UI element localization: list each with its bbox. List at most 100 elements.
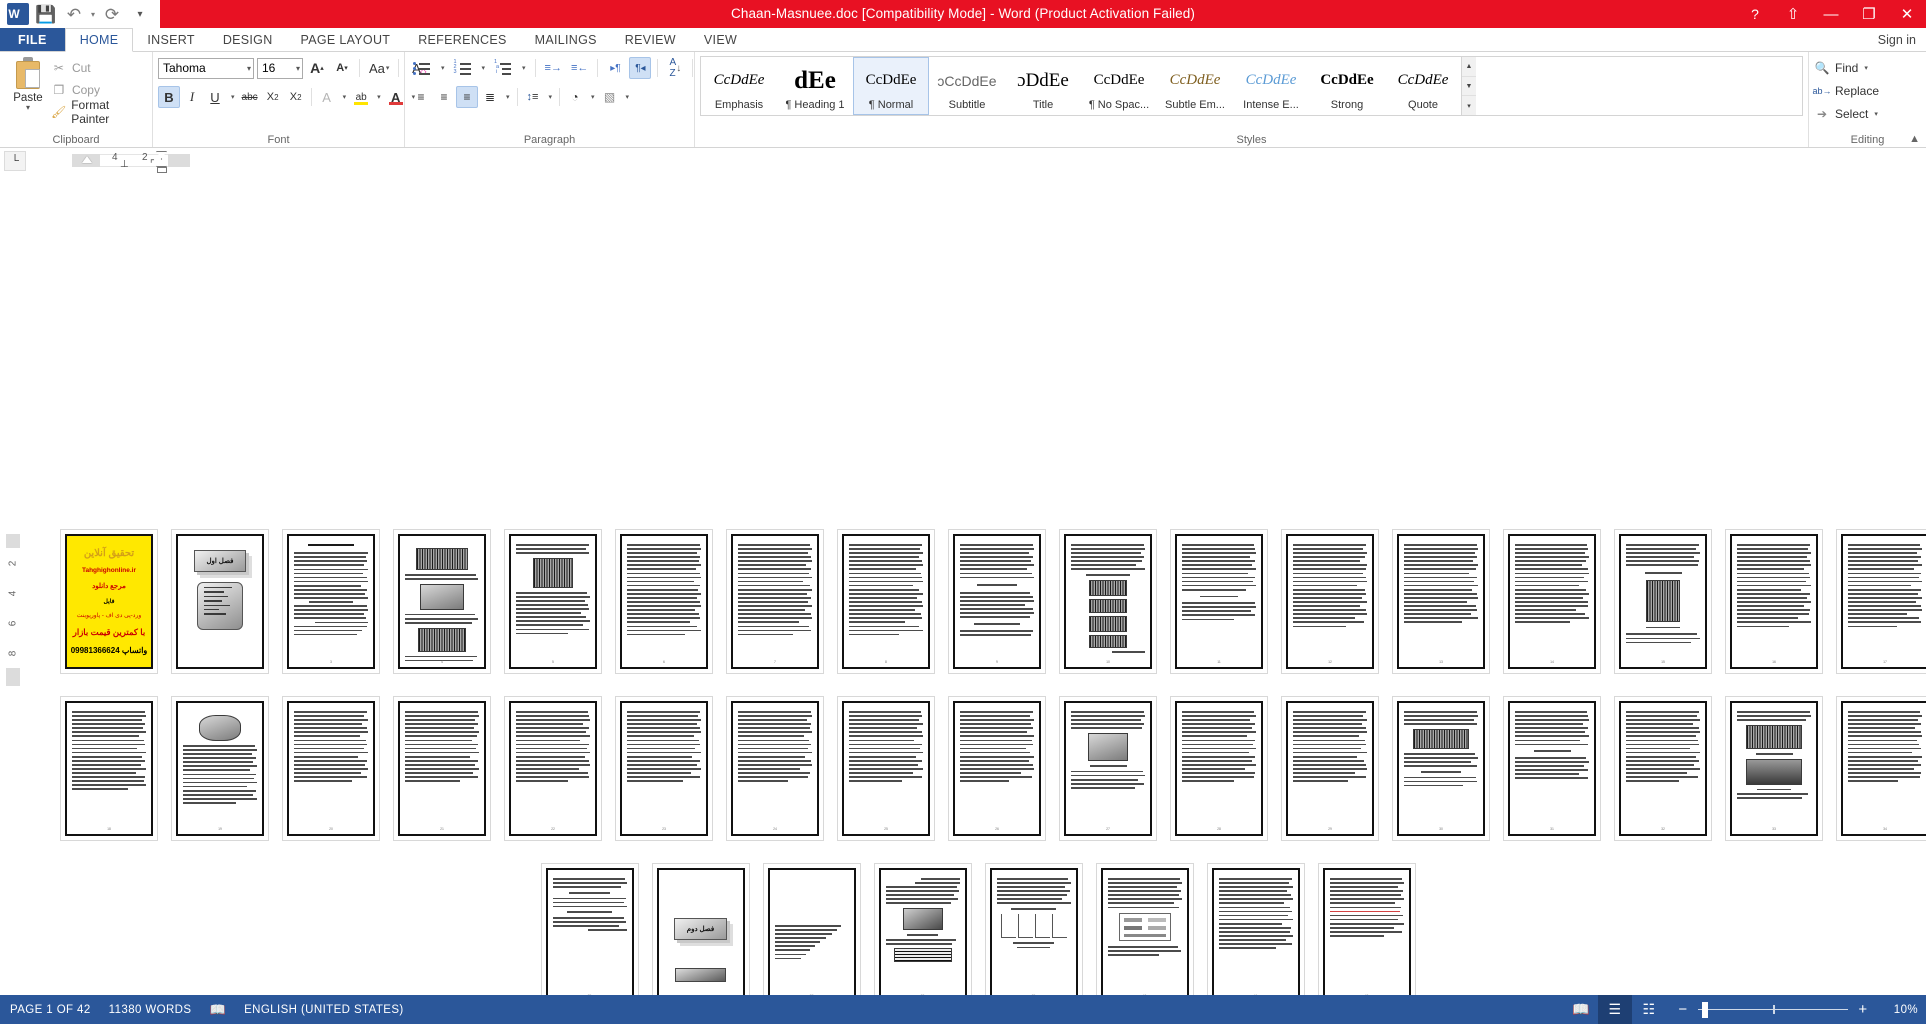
rtl-text-direction-button[interactable]: ¶◂ <box>629 57 652 79</box>
page-thumbnail[interactable]: 28 <box>1170 696 1268 841</box>
justify-button[interactable]: ≣ <box>479 86 501 108</box>
right-indent-marker[interactable] <box>157 167 167 173</box>
page-thumbnail[interactable]: تحقیق آنلاین Tahghighonline.ir مرجع دانل… <box>60 529 158 674</box>
copy-button[interactable]: ❐ Copy <box>51 80 147 99</box>
bold-button[interactable]: B <box>158 86 180 108</box>
zoom-track[interactable] <box>1698 995 1848 1024</box>
tab-home[interactable]: HOME <box>64 28 134 52</box>
paste-dropdown-icon[interactable]: ▾ <box>26 104 30 112</box>
page-thumbnail[interactable]: 41 <box>1206 863 1305 995</box>
tab-mailings[interactable]: MAILINGS <box>521 28 611 51</box>
page-thumbnail[interactable]: 26 <box>948 696 1046 841</box>
style-title[interactable]: ɔDdEe Title <box>1005 57 1081 115</box>
numbering-dropdown-icon[interactable]: ▾ <box>478 57 489 79</box>
font-name-combo[interactable]: Tahoma ▾ <box>158 57 254 79</box>
styles-gallery[interactable]: CcDdEe Emphasis dEe ¶ Heading 1 CcDdEe ¶… <box>700 56 1803 116</box>
page-thumbnail[interactable]: 6 <box>615 529 713 674</box>
ltr-text-direction-button[interactable]: ▸¶ <box>604 57 626 79</box>
page-thumbnail[interactable]: 20 <box>282 696 380 841</box>
cut-button[interactable]: ✂ Cut <box>51 58 147 77</box>
page-thumbnail[interactable]: 7 <box>726 529 824 674</box>
page-thumbnail[interactable]: 4 <box>393 529 491 674</box>
help-icon[interactable]: ? <box>1736 0 1774 28</box>
gallery-scroll-up-icon[interactable]: ▲ <box>1462 57 1476 77</box>
style-no-spacing[interactable]: CcDdEe ¶ No Spac... <box>1081 57 1157 115</box>
superscript-button[interactable]: X2 <box>285 86 307 108</box>
page-thumbnail[interactable]: 24 <box>726 696 824 841</box>
decrease-indent-button[interactable]: ≡→ <box>542 57 565 79</box>
page-thumbnail[interactable]: 15 <box>1614 529 1712 674</box>
strikethrough-button[interactable]: abc <box>239 86 261 108</box>
underline-dropdown-icon[interactable]: ▾ <box>227 86 238 108</box>
numbering-button[interactable]: 1 2 3 <box>451 57 475 79</box>
left-indent-marker[interactable] <box>82 156 92 163</box>
font-size-combo[interactable]: 16 ▾ <box>257 57 303 79</box>
text-effects-dropdown-icon[interactable]: ▾ <box>339 86 350 108</box>
style-subtitle[interactable]: ɔCcDdEe Subtitle <box>929 57 1005 115</box>
multilevel-list-dropdown-icon[interactable]: ▾ <box>518 57 529 79</box>
minimize-icon[interactable]: — <box>1812 0 1850 28</box>
language-indicator[interactable]: ENGLISH (UNITED STATES) <box>244 1004 404 1016</box>
page-thumbnail[interactable]: 12 <box>1281 529 1379 674</box>
gallery-scroll-down-icon[interactable]: ▼ <box>1462 76 1476 97</box>
style-heading-1[interactable]: dEe ¶ Heading 1 <box>777 57 853 115</box>
align-center-button[interactable]: ≡ <box>433 86 455 108</box>
bullets-button[interactable] <box>410 57 434 79</box>
grow-font-button[interactable]: A ▴ <box>306 57 328 79</box>
page-thumbnail[interactable]: 23 <box>615 696 713 841</box>
tab-view[interactable]: VIEW <box>690 28 751 51</box>
paste-button[interactable]: Paste ▾ <box>5 55 51 112</box>
read-mode-button[interactable]: 📖 <box>1564 995 1598 1024</box>
align-left-button[interactable]: ≡ <box>410 86 432 108</box>
highlight-dropdown-icon[interactable]: ▾ <box>373 86 384 108</box>
zoom-out-button[interactable]: − <box>1676 1001 1690 1018</box>
page-thumbnail[interactable]: 39 <box>984 863 1083 995</box>
sort-button[interactable]: A Z ↓ <box>664 57 686 79</box>
select-dropdown-icon[interactable]: ▾ <box>1874 110 1878 118</box>
page-thumbnail[interactable]: 14 <box>1503 529 1601 674</box>
tab-insert[interactable]: INSERT <box>133 28 208 51</box>
page-thumbnail[interactable]: 33 <box>1725 696 1823 841</box>
italic-button[interactable]: I <box>181 86 203 108</box>
web-layout-button[interactable]: ☷ <box>1632 995 1666 1024</box>
line-spacing-button[interactable]: ↕ ≡ <box>522 86 544 108</box>
tab-marker-2[interactable]: ⌜ <box>150 159 155 170</box>
tab-design[interactable]: DESIGN <box>209 28 287 51</box>
print-layout-button[interactable]: ☰ <box>1598 995 1632 1024</box>
vertical-ruler[interactable]: 2 4 6 8 <box>6 548 20 668</box>
tab-stop-selector[interactable]: └ <box>4 151 26 171</box>
page-thumbnail[interactable]: 8 <box>837 529 935 674</box>
shrink-font-button[interactable]: A ▾ <box>331 57 353 79</box>
restore-icon[interactable]: ❐ <box>1850 0 1888 28</box>
page-thumbnail[interactable]: 17 <box>1836 529 1926 674</box>
page-thumbnail[interactable]: 27 <box>1059 696 1157 841</box>
zoom-level[interactable]: 10% <box>1878 1004 1918 1016</box>
page-thumbnail[interactable]: 22 <box>504 696 602 841</box>
tab-review[interactable]: REVIEW <box>611 28 690 51</box>
page-thumbnail[interactable]: 10 <box>1059 529 1157 674</box>
customize-qat-icon[interactable]: ▾ <box>126 1 154 27</box>
save-icon[interactable]: 💾 <box>32 1 60 27</box>
style-emphasis[interactable]: CcDdEe Emphasis <box>701 57 777 115</box>
format-painter-button[interactable]: 🖌 Format Painter <box>51 98 147 126</box>
ribbon-display-options-icon[interactable]: ⇧ <box>1774 0 1812 28</box>
style-strong[interactable]: CcDdEe Strong <box>1309 57 1385 115</box>
tab-file[interactable]: FILE <box>0 28 65 51</box>
chevron-down-icon[interactable]: ▾ <box>243 64 251 73</box>
underline-button[interactable]: U <box>204 86 226 108</box>
undo-dropdown-icon[interactable]: ▾ <box>88 1 98 27</box>
tab-marker-1[interactable]: ⊥ <box>120 159 129 170</box>
page-thumbnail[interactable]: 3 <box>282 529 380 674</box>
gallery-more-icon[interactable]: ▾ <box>1462 96 1476 115</box>
page-thumbnail[interactable]: 32 <box>1614 696 1712 841</box>
select-button[interactable]: ➔ Select ▾ <box>1814 103 1878 124</box>
page-thumbnail[interactable]: 19 <box>171 696 269 841</box>
page-thumbnail[interactable]: 42 <box>1317 863 1416 995</box>
page-thumbnail[interactable]: 38 <box>873 863 972 995</box>
redo-icon[interactable]: ⟳ <box>98 1 126 27</box>
style-intense-emphasis[interactable]: CcDdEe Intense E... <box>1233 57 1309 115</box>
page-thumbnail[interactable]: 18 <box>60 696 158 841</box>
highlight-color-button[interactable]: ab <box>350 86 372 108</box>
sign-in-link[interactable]: Sign in <box>1878 28 1916 52</box>
tab-references[interactable]: REFERENCES <box>404 28 520 51</box>
